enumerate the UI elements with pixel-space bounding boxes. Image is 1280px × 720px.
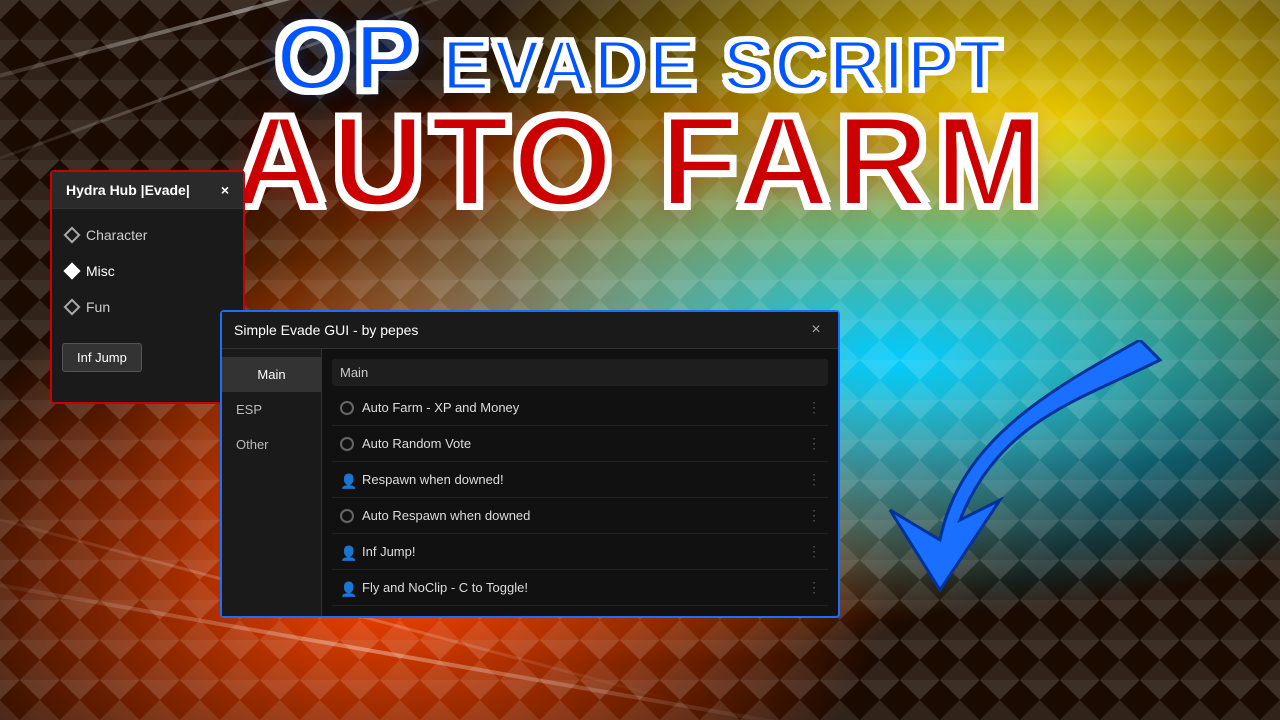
evade-body: Main ESP Other Main Auto Farm - XP and M… [222, 349, 838, 616]
nav-item-misc[interactable]: Misc [52, 253, 243, 289]
icon-respawn: 👤 [340, 473, 354, 487]
nav-diamond-misc [64, 263, 81, 280]
nav-item-character[interactable]: Character [52, 217, 243, 253]
evade-section-title: Main [332, 359, 828, 386]
dots-fly: ⋮ [807, 579, 820, 596]
inf-jump-button[interactable]: Inf Jump [62, 343, 142, 372]
nav-label-character: Character [86, 227, 147, 243]
evade-item-autorandom[interactable]: Auto Random Vote ⋮ [332, 426, 828, 462]
hydra-title: Hydra Hub |Evade| [66, 182, 190, 198]
hydra-content: Inf Jump [52, 333, 243, 382]
arrow-decoration [880, 340, 1180, 620]
evade-item-respawn[interactable]: 👤 Respawn when downed! ⋮ [332, 462, 828, 498]
evade-titlebar: Simple Evade GUI - by pepes × [222, 312, 838, 349]
nav-label-misc: Misc [86, 263, 115, 279]
nav-label-fun: Fun [86, 299, 110, 315]
label-autorandom: Auto Random Vote [362, 436, 471, 451]
dots-infjump: ⋮ [807, 543, 820, 560]
hydra-nav: Character Misc Fun [52, 209, 243, 333]
hydra-panel: Hydra Hub |Evade| × Character Misc Fun I… [50, 170, 245, 404]
title-autofarm: AUTO FARM [232, 88, 1047, 234]
dots-autofarm: ⋮ [807, 399, 820, 416]
nav-item-fun[interactable]: Fun [52, 289, 243, 325]
evade-tab-esp[interactable]: ESP [222, 392, 321, 427]
evade-tab-other[interactable]: Other [222, 427, 321, 462]
label-autofarm: Auto Farm - XP and Money [362, 400, 519, 415]
evade-item-infjump[interactable]: 👤 Inf Jump! ⋮ [332, 534, 828, 570]
evade-tab-main[interactable]: Main [222, 357, 321, 392]
evade-close-btn[interactable]: × [806, 320, 826, 340]
evade-gui: Simple Evade GUI - by pepes × Main ESP O… [220, 310, 840, 618]
dots-autorespawn: ⋮ [807, 507, 820, 524]
label-infjump: Inf Jump! [362, 544, 415, 559]
label-fly: Fly and NoClip - C to Toggle! [362, 580, 528, 595]
evade-sidebar: Main ESP Other [222, 349, 322, 616]
evade-item-fly[interactable]: 👤 Fly and NoClip - C to Toggle! ⋮ [332, 570, 828, 606]
icon-fly: 👤 [340, 581, 354, 595]
evade-item-autorespawn[interactable]: Auto Respawn when downed ⋮ [332, 498, 828, 534]
nav-diamond-fun [64, 299, 81, 316]
radio-autorandom [340, 437, 354, 451]
dots-respawn: ⋮ [807, 471, 820, 488]
radio-autofarm [340, 401, 354, 415]
icon-infjump: 👤 [340, 545, 354, 559]
evade-item-autofarm[interactable]: Auto Farm - XP and Money ⋮ [332, 390, 828, 426]
evade-gui-title: Simple Evade GUI - by pepes [234, 322, 418, 338]
nav-diamond-character [64, 227, 81, 244]
label-autorespawn: Auto Respawn when downed [362, 508, 530, 523]
label-respawn: Respawn when downed! [362, 472, 504, 487]
hydra-close-btn[interactable]: × [221, 182, 229, 198]
dots-autorandom: ⋮ [807, 435, 820, 452]
radio-autorespawn [340, 509, 354, 523]
hydra-header: Hydra Hub |Evade| × [52, 172, 243, 209]
evade-main-content: Main Auto Farm - XP and Money ⋮ Auto Ran… [322, 349, 838, 616]
